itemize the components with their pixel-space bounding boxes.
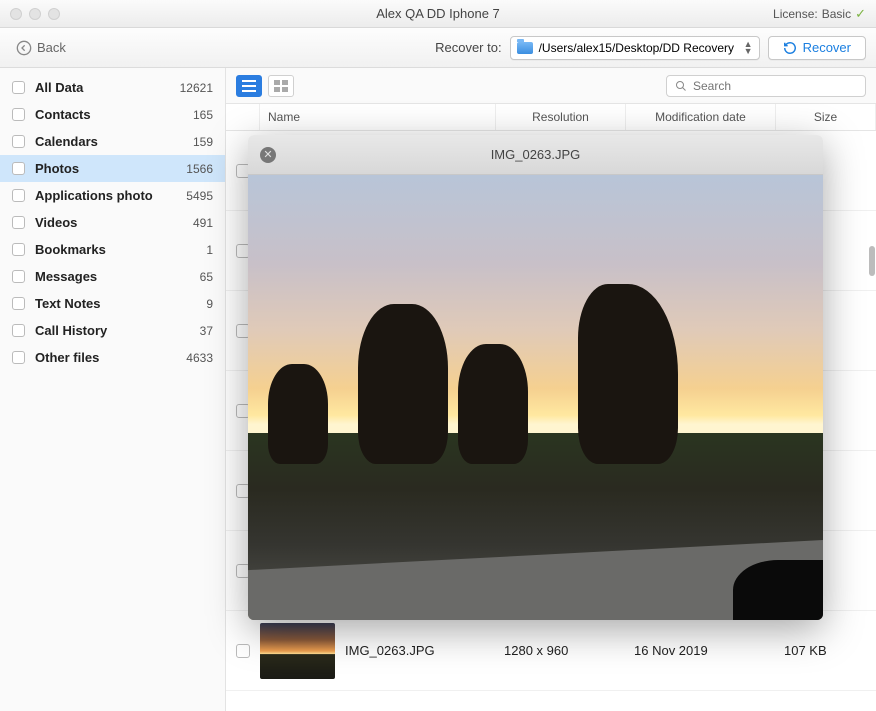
- sidebar-item-text-notes[interactable]: Text Notes 9: [0, 290, 225, 317]
- list-view-button[interactable]: [236, 75, 262, 97]
- checkbox[interactable]: [12, 108, 25, 121]
- checkbox[interactable]: [12, 297, 25, 310]
- list-icon: [242, 80, 256, 92]
- recover-button[interactable]: Recover: [768, 36, 866, 60]
- sidebar-item-label: Messages: [35, 269, 97, 284]
- sidebar-item-contacts[interactable]: Contacts 165: [0, 101, 225, 128]
- sidebar-item-count: 4633: [186, 351, 213, 365]
- column-name[interactable]: Name: [260, 104, 496, 130]
- column-date[interactable]: Modification date: [626, 104, 776, 130]
- sidebar-item-label: Bookmarks: [35, 242, 106, 257]
- sidebar: All Data 12621 Contacts 165 Calendars 15…: [0, 68, 226, 711]
- checkbox[interactable]: [12, 81, 25, 94]
- preview-title: IMG_0263.JPG: [248, 147, 823, 162]
- back-button[interactable]: Back: [10, 37, 72, 59]
- column-checkbox: [226, 104, 260, 130]
- sidebar-item-count: 37: [200, 324, 213, 338]
- sidebar-item-label: Contacts: [35, 107, 91, 122]
- search-box[interactable]: [666, 75, 866, 97]
- sidebar-item-label: Calendars: [35, 134, 98, 149]
- updown-icon: ▲▼: [744, 41, 753, 55]
- license-label: License:: [773, 7, 818, 21]
- sidebar-item-count: 159: [193, 135, 213, 149]
- sidebar-item-photos[interactable]: Photos 1566: [0, 155, 225, 182]
- sidebar-item-count: 1: [206, 243, 213, 257]
- checkbox[interactable]: [12, 135, 25, 148]
- search-icon: [675, 80, 687, 92]
- sidebar-item-bookmarks[interactable]: Bookmarks 1: [0, 236, 225, 263]
- sidebar-item-label: All Data: [35, 80, 83, 95]
- checkbox[interactable]: [12, 324, 25, 337]
- file-size: 107 KB: [776, 643, 876, 658]
- sidebar-item-count: 491: [193, 216, 213, 230]
- license-value: Basic: [822, 7, 851, 21]
- checkbox[interactable]: [12, 351, 25, 364]
- toolbar: Back Recover to: /Users/alex15/Desktop/D…: [0, 28, 876, 68]
- grid-icon: [274, 80, 288, 92]
- sidebar-item-call-history[interactable]: Call History 37: [0, 317, 225, 344]
- sidebar-item-videos[interactable]: Videos 491: [0, 209, 225, 236]
- checkbox[interactable]: [12, 270, 25, 283]
- checkbox[interactable]: [12, 189, 25, 202]
- titlebar: Alex QA DD Iphone 7 License: Basic ✓: [0, 0, 876, 28]
- sidebar-item-count: 9: [206, 297, 213, 311]
- sidebar-item-calendars[interactable]: Calendars 159: [0, 128, 225, 155]
- sidebar-item-applications-photo[interactable]: Applications photo 5495: [0, 182, 225, 209]
- table-row[interactable]: IMG_0263.JPG 1280 x 960 16 Nov 2019 107 …: [226, 611, 876, 691]
- file-resolution: 1280 x 960: [496, 643, 626, 658]
- refresh-icon: [783, 41, 797, 55]
- sidebar-item-count: 1566: [186, 162, 213, 176]
- recover-button-label: Recover: [803, 40, 851, 55]
- preview-header: ✕ IMG_0263.JPG: [248, 135, 823, 175]
- sidebar-item-other-files[interactable]: Other files 4633: [0, 344, 225, 371]
- sidebar-item-label: Applications photo: [35, 188, 153, 203]
- sidebar-item-label: Text Notes: [35, 296, 101, 311]
- sidebar-item-count: 5495: [186, 189, 213, 203]
- sidebar-item-count: 65: [200, 270, 213, 284]
- checkbox[interactable]: [12, 243, 25, 256]
- sidebar-item-messages[interactable]: Messages 65: [0, 263, 225, 290]
- sidebar-item-count: 12621: [180, 81, 213, 95]
- column-resolution[interactable]: Resolution: [496, 104, 626, 130]
- sidebar-item-label: Videos: [35, 215, 77, 230]
- preview-image: [248, 175, 823, 620]
- checkbox[interactable]: [236, 644, 250, 658]
- folder-icon: [517, 42, 533, 54]
- checkbox[interactable]: [12, 162, 25, 175]
- sidebar-item-label: Other files: [35, 350, 99, 365]
- chevron-left-icon: [16, 40, 32, 56]
- scrollbar[interactable]: [868, 68, 876, 711]
- window-title: Alex QA DD Iphone 7: [0, 6, 876, 21]
- scrollbar-thumb[interactable]: [869, 246, 875, 276]
- search-input[interactable]: [693, 79, 857, 93]
- file-name: IMG_0263.JPG: [345, 643, 435, 658]
- back-label: Back: [37, 40, 66, 55]
- main-toolbar: [226, 68, 876, 104]
- sidebar-item-all-data[interactable]: All Data 12621: [0, 74, 225, 101]
- table-header: Name Resolution Modification date Size: [226, 104, 876, 131]
- file-date: 16 Nov 2019: [626, 643, 776, 658]
- recover-path-value: /Users/alex15/Desktop/DD Recovery: [539, 41, 734, 55]
- license-info[interactable]: License: Basic ✓: [773, 6, 866, 22]
- thumbnail: [260, 623, 335, 679]
- checkmark-icon: ✓: [855, 6, 866, 22]
- preview-overlay: ✕ IMG_0263.JPG: [248, 135, 823, 620]
- recover-path-select[interactable]: /Users/alex15/Desktop/DD Recovery ▲▼: [510, 36, 760, 60]
- column-size[interactable]: Size: [776, 104, 876, 130]
- grid-view-button[interactable]: [268, 75, 294, 97]
- sidebar-item-label: Photos: [35, 161, 79, 176]
- sidebar-item-count: 165: [193, 108, 213, 122]
- sidebar-item-label: Call History: [35, 323, 107, 338]
- checkbox[interactable]: [12, 216, 25, 229]
- recover-to-label: Recover to:: [435, 40, 501, 55]
